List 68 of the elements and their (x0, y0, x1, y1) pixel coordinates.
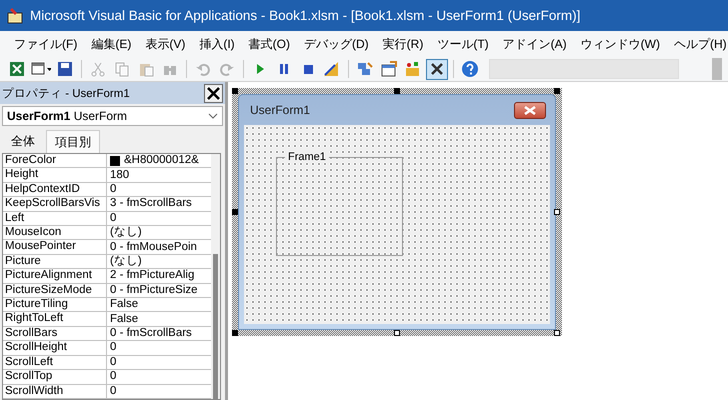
close-icon (524, 106, 536, 114)
property-value[interactable]: 0 (107, 182, 211, 196)
property-value[interactable]: 0 (107, 341, 211, 355)
property-value[interactable]: 0 - fmScrollBars (107, 326, 211, 340)
property-name[interactable]: RightToLeft (3, 312, 107, 326)
close-icon (207, 86, 220, 100)
scrollbar[interactable] (211, 154, 220, 399)
property-value[interactable]: &H80000012& (107, 154, 211, 168)
resize-handle[interactable] (394, 88, 400, 94)
app-icon (6, 6, 24, 24)
property-name[interactable]: ScrollLeft (3, 356, 107, 370)
close-button[interactable] (204, 84, 223, 102)
resize-handle[interactable] (232, 88, 238, 94)
resize-handle[interactable] (554, 88, 560, 94)
property-name[interactable]: HelpContextID (3, 182, 107, 196)
help-icon[interactable] (459, 58, 481, 80)
property-name[interactable]: ScrollHeight (3, 341, 107, 355)
menu-item[interactable]: 編集(E) (85, 34, 138, 54)
property-value[interactable]: 0 (107, 356, 211, 370)
menu-item[interactable]: ヘルプ(H) (668, 34, 728, 54)
property-value[interactable]: (なし) (107, 254, 211, 268)
frame-caption: Frame1 (285, 151, 329, 163)
property-value[interactable]: 180 (107, 168, 211, 182)
property-name[interactable]: ScrollWidth (3, 384, 107, 398)
property-value[interactable]: 0 (107, 384, 211, 398)
menu-item[interactable]: 書式(O) (242, 34, 296, 54)
property-value[interactable]: 0 - fmMousePoin (107, 240, 211, 254)
resize-handle[interactable] (554, 330, 560, 336)
property-value[interactable]: 0 - fmPictureSize (107, 284, 211, 298)
property-name[interactable]: PictureSizeMode (3, 284, 107, 298)
object-dropdown[interactable]: UserForm1 UserForm (2, 106, 223, 126)
property-name[interactable]: Picture (3, 254, 107, 268)
userform-caption: UserForm1 (250, 103, 310, 117)
resize-handle[interactable] (232, 209, 238, 215)
property-value[interactable]: False (107, 312, 211, 326)
property-name[interactable]: MousePointer (3, 240, 107, 254)
menu-item[interactable]: ファイル(F) (8, 34, 84, 54)
property-name[interactable]: Left (3, 212, 107, 226)
property-value[interactable]: 0 (107, 212, 211, 226)
menu-item[interactable]: ツール(T) (431, 34, 495, 54)
close-button[interactable] (514, 102, 546, 118)
property-value[interactable]: 3 - fmScrollBars (107, 197, 211, 211)
property-value[interactable]: 2 - fmPictureAlig (107, 269, 211, 283)
window-title: Microsoft Visual Basic for Applications - Book1.xlsm - [Book1.xlsm - UserForm1 (UserForm)] (30, 8, 580, 23)
property-name[interactable]: ScrollTop (3, 370, 107, 384)
property-name[interactable]: KeepScrollBarsVis (3, 197, 107, 211)
property-value[interactable]: (なし) (107, 226, 211, 240)
menu-item[interactable]: 表示(V) (139, 34, 192, 54)
menu-item[interactable]: ウィンドウ(W) (574, 34, 666, 54)
property-name[interactable]: PictureTiling (3, 298, 107, 312)
resize-handle[interactable] (232, 330, 238, 336)
frame-control[interactable]: Frame1 (276, 151, 403, 256)
menu-item[interactable]: アドイン(A) (496, 34, 573, 54)
tab[interactable]: 項目別 (46, 130, 100, 153)
panel-title: プロパティ - UserForm1 (2, 86, 130, 100)
resize-handle[interactable] (394, 330, 400, 336)
property-name[interactable]: PictureAlignment (3, 269, 107, 283)
menu-item[interactable]: デバッグ(D) (298, 34, 375, 54)
property-value[interactable]: False (107, 298, 211, 312)
menu-item[interactable]: 挿入(I) (193, 34, 241, 54)
property-name[interactable]: ForeColor (3, 154, 107, 168)
chevron-icon (208, 113, 218, 119)
resize-handle[interactable] (554, 209, 560, 215)
property-value[interactable]: 0 (107, 370, 211, 384)
property-name[interactable]: Height (3, 168, 107, 182)
property-name[interactable]: MouseIcon (3, 226, 107, 240)
menu-item[interactable]: 実行(R) (376, 34, 430, 54)
property-name[interactable]: ScrollBars (3, 326, 107, 340)
